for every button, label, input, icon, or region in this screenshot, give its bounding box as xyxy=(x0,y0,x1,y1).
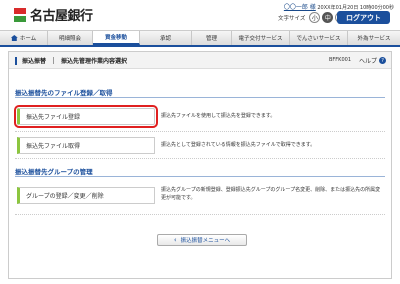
section-heading-group: 振込振替先グループの管理 xyxy=(15,166,385,177)
menu-row-group-manage: グループの登録／変更／削除 振込先グループの新規登録、登録振込先グループのグルー… xyxy=(15,181,385,215)
help-label: ヘルプ xyxy=(359,58,378,65)
title-separator xyxy=(53,57,55,64)
nav-home[interactable]: ホーム xyxy=(0,31,48,45)
screen-id: BFFK001 xyxy=(329,57,352,63)
nav-home-label: ホーム xyxy=(19,36,37,42)
bank-logo[interactable]: 名古屋銀行 xyxy=(14,5,93,24)
user-info: 〇〇一郎 様 20XX年01月20日 10時00分00秒 xyxy=(284,2,394,11)
nav-management[interactable]: 管理 xyxy=(192,31,232,45)
menu-row-file-acquire: 振込先ファイル取得 振込先として登録されている情報を振込先ファイルで取得できます… xyxy=(15,134,385,159)
bank-name: 名古屋銀行 xyxy=(30,9,93,24)
text-size-label: 文字サイズ xyxy=(278,15,306,22)
page-title-text: 振込先管理作業内容選択 xyxy=(61,58,128,65)
page-category: 振込振替 xyxy=(22,58,47,65)
back-to-transfer-menu-button[interactable]: ‹ 振込振替メニューへ xyxy=(157,234,247,246)
file-register-description: 振込先ファイルを使用して振込先を登録できます。 xyxy=(161,113,276,119)
page-title-bar: 振込振替 振込先管理作業内容選択 BFFK001 ヘルプ ? xyxy=(9,52,391,69)
help-link[interactable]: ヘルプ ? xyxy=(359,56,387,65)
help-icon: ? xyxy=(379,57,387,64)
page-title: 振込振替 振込先管理作業内容選択 xyxy=(15,56,127,65)
chevron-left-icon: ‹ xyxy=(173,236,177,244)
nav-e-delivery[interactable]: 電子交付サービス xyxy=(232,31,290,45)
home-icon xyxy=(10,35,18,41)
text-size-small-button[interactable]: 小 xyxy=(309,12,321,23)
text-size-medium-button[interactable]: 中 xyxy=(322,12,334,23)
nav-statements[interactable]: 明細照会 xyxy=(48,31,93,45)
nav-approval[interactable]: 承認 xyxy=(140,31,192,45)
group-manage-button[interactable]: グループの登録／変更／削除 xyxy=(17,187,155,204)
nav-fund-transfer[interactable]: 資金移動 xyxy=(93,31,140,45)
logout-button[interactable]: ログアウト xyxy=(337,11,390,24)
main-panel: 振込振替 振込先管理作業内容選択 BFFK001 ヘルプ ? 振込振替先のファイ… xyxy=(8,51,392,279)
nav-foreign-exchange[interactable]: 外為サービス xyxy=(348,31,400,45)
user-name[interactable]: 〇〇一郎 様 xyxy=(284,4,316,11)
group-manage-description: 振込先グループの新規登録、登録振込先グループのグループ名変更、削除、または振込先… xyxy=(161,187,381,201)
back-button-label: 振込振替メニューへ xyxy=(180,238,231,244)
nav-densai[interactable]: でんさいサービス xyxy=(290,31,348,45)
file-register-button[interactable]: 振込先ファイル登録 xyxy=(14,105,158,128)
header: 名古屋銀行 〇〇一郎 様 20XX年01月20日 10時00分00秒 文字サイズ… xyxy=(0,0,400,30)
file-acquire-description: 振込先として登録されている情報を振込先ファイルで取得できます。 xyxy=(161,142,316,148)
menu-row-file-register: 振込先ファイル登録 振込先ファイルを使用して振込先を登録できます。 xyxy=(14,102,385,132)
bank-logo-mark xyxy=(14,7,26,22)
title-accent xyxy=(15,56,17,65)
section-heading-file: 振込振替先のファイル登録／取得 xyxy=(15,87,385,98)
file-acquire-button[interactable]: 振込先ファイル取得 xyxy=(17,137,155,154)
global-nav: ホーム 明細照会 資金移動 承認 管理 電子交付サービス でんさいサービス 外為… xyxy=(0,30,400,47)
